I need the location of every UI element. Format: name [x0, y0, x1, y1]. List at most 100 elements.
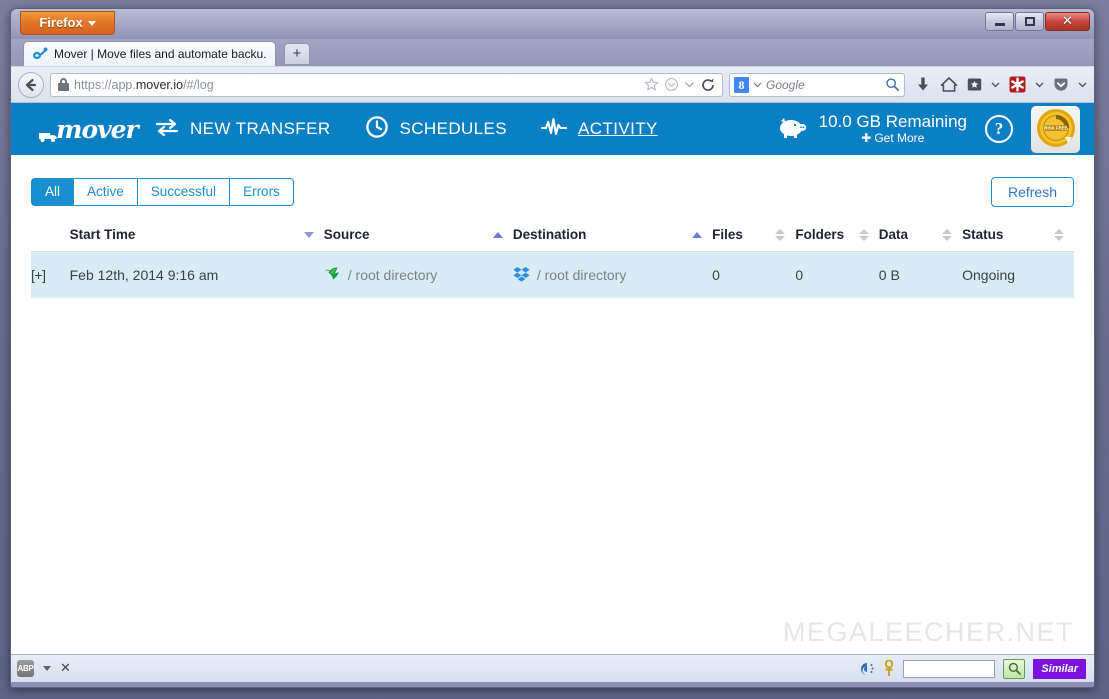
similar-search-input[interactable]: [903, 659, 996, 678]
adblock-caret-icon[interactable]: [1035, 80, 1044, 89]
search-magnifier-icon[interactable]: [885, 77, 900, 92]
nav-new-transfer-label: NEW TRANSFER: [190, 119, 331, 138]
filter-successful[interactable]: Successful: [136, 178, 230, 206]
table-header-row: Start Time Source Destination Files Fold…: [31, 222, 1074, 252]
chevron-down-icon: [87, 21, 96, 27]
mover-logo[interactable]: mover: [37, 115, 155, 144]
mover-favicon-icon: [32, 46, 48, 62]
plus-icon: ✚: [861, 131, 872, 146]
tab-strip: Mover | Move files and automate backu...…: [11, 39, 1094, 66]
help-button[interactable]: ?: [985, 115, 1013, 143]
overflow-caret-icon[interactable]: [1078, 80, 1087, 89]
google-logo-icon: 8: [734, 76, 749, 93]
back-button[interactable]: [18, 71, 44, 98]
home-icon[interactable]: [940, 76, 958, 93]
swirl-icon[interactable]: [857, 661, 875, 677]
sort-asc-icon[interactable]: [692, 231, 703, 238]
cell-data: 0 B: [878, 267, 900, 283]
magnifier-icon: [1008, 662, 1021, 675]
abp-caret-icon[interactable]: [43, 666, 51, 671]
sort-none-icon[interactable]: [775, 228, 786, 241]
adblock-plus-icon[interactable]: [1009, 76, 1026, 93]
similar-button[interactable]: Similar: [1033, 658, 1086, 679]
quota-get-more[interactable]: ✚ Get More: [819, 131, 967, 146]
filter-button-group: All Active Successful Errors: [31, 178, 294, 206]
sort-asc-icon[interactable]: [492, 231, 503, 238]
dropdown-caret-icon[interactable]: [684, 79, 695, 90]
url-bar[interactable]: https://app.mover.io/#/log: [50, 72, 723, 97]
reader-mode-icon[interactable]: [664, 77, 679, 92]
bookmarks-sidebar-icon[interactable]: [967, 77, 982, 92]
cell-destination: / root directory: [513, 252, 712, 299]
risk-free-badge[interactable]: RISK FREE: [1031, 105, 1080, 153]
dropbox-icon: [513, 266, 530, 285]
quota-amount: 10.0 GB Remaining: [818, 112, 967, 132]
pocket-icon[interactable]: [1053, 77, 1069, 93]
nav-new-transfer[interactable]: NEW TRANSFER: [155, 118, 331, 141]
search-bar[interactable]: 8 Google: [729, 72, 905, 97]
restore-icon: [1024, 17, 1035, 26]
app-header-right: 10.0 GB Remaining ✚ Get More ? RISK FREE: [777, 105, 1094, 153]
browser-window: Firefox ✕ Mover | Move files and automat…: [10, 8, 1095, 688]
column-source[interactable]: Source: [323, 222, 513, 252]
guarantee-seal-icon: RISK FREE: [1036, 109, 1075, 147]
column-files-label: Files: [712, 227, 743, 242]
piggy-bank-icon: [777, 115, 807, 144]
copy-bird-icon: [324, 265, 341, 285]
status-bar: ABP ✕ Similar: [11, 654, 1094, 682]
column-destination-label: Destination: [512, 227, 587, 242]
abp-stop-icon[interactable]: ABP: [17, 660, 34, 677]
search-engine-caret-icon[interactable]: [753, 80, 762, 89]
filter-active[interactable]: Active: [73, 178, 137, 206]
app-body: All Active Successful Errors Refresh Sta…: [11, 155, 1094, 298]
nav-activity[interactable]: ACTIVITY: [540, 117, 658, 142]
filter-errors[interactable]: Errors: [229, 178, 294, 206]
similar-search-button[interactable]: [1003, 658, 1026, 679]
column-start-time[interactable]: Start Time: [69, 222, 324, 252]
close-window-button[interactable]: ✕: [1045, 12, 1090, 31]
desktop-background: Firefox ✕ Mover | Move files and automat…: [0, 0, 1109, 699]
column-destination[interactable]: Destination: [512, 222, 713, 252]
destination-path: / root directory: [536, 267, 627, 283]
firefox-menu-button[interactable]: Firefox: [20, 11, 115, 35]
column-data[interactable]: Data: [878, 222, 963, 252]
row-expander-cell[interactable]: [+]: [31, 252, 70, 299]
ankh-key-icon[interactable]: [883, 660, 895, 677]
transfer-arrows-icon: [155, 118, 179, 141]
minimize-button[interactable]: [985, 12, 1014, 31]
get-more-label: Get More: [874, 131, 925, 146]
activity-pulse-icon: [540, 117, 568, 142]
column-folders[interactable]: Folders: [795, 222, 879, 252]
browser-tab[interactable]: Mover | Move files and automate backu...: [23, 41, 276, 66]
table-row[interactable]: [+] Feb 12th, 2014 9:16 am / root direct…: [31, 251, 1074, 299]
bookmark-star-icon[interactable]: [644, 77, 659, 92]
activity-log-table: Start Time Source Destination Files Fold…: [31, 222, 1074, 298]
sort-none-icon[interactable]: [1054, 228, 1064, 241]
quota-widget[interactable]: 10.0 GB Remaining ✚ Get More: [777, 112, 967, 145]
bookmarks-caret-icon[interactable]: [991, 80, 1000, 89]
logo-text: mover: [56, 114, 139, 144]
minimize-icon: [994, 23, 1005, 26]
refresh-button[interactable]: Refresh: [990, 177, 1074, 207]
back-arrow-icon: [25, 78, 37, 91]
statusbar-close-button[interactable]: ✕: [60, 661, 71, 676]
column-status[interactable]: Status: [962, 222, 1074, 252]
restore-button[interactable]: [1015, 12, 1044, 31]
column-files[interactable]: Files: [712, 222, 796, 252]
new-tab-button[interactable]: +: [284, 43, 310, 65]
expand-row-button[interactable]: [+]: [31, 267, 46, 283]
sort-none-icon[interactable]: [858, 228, 869, 241]
svg-text:RISK FREE: RISK FREE: [1044, 126, 1067, 131]
search-input[interactable]: Google: [766, 78, 881, 92]
downloads-icon[interactable]: [915, 76, 931, 93]
navigation-toolbar: https://app.mover.io/#/log 8 Google: [11, 66, 1094, 102]
window-titlebar: Firefox ✕: [11, 9, 1094, 39]
watermark: MEGALEECHER.NET: [782, 617, 1074, 647]
nav-schedules[interactable]: SCHEDULES: [365, 115, 508, 144]
reload-icon[interactable]: [700, 77, 716, 93]
sort-desc-icon[interactable]: [303, 231, 314, 238]
column-expander: [31, 222, 70, 252]
filter-all[interactable]: All: [31, 178, 74, 206]
sort-none-icon[interactable]: [942, 228, 953, 241]
nav-activity-label: ACTIVITY: [578, 119, 658, 138]
